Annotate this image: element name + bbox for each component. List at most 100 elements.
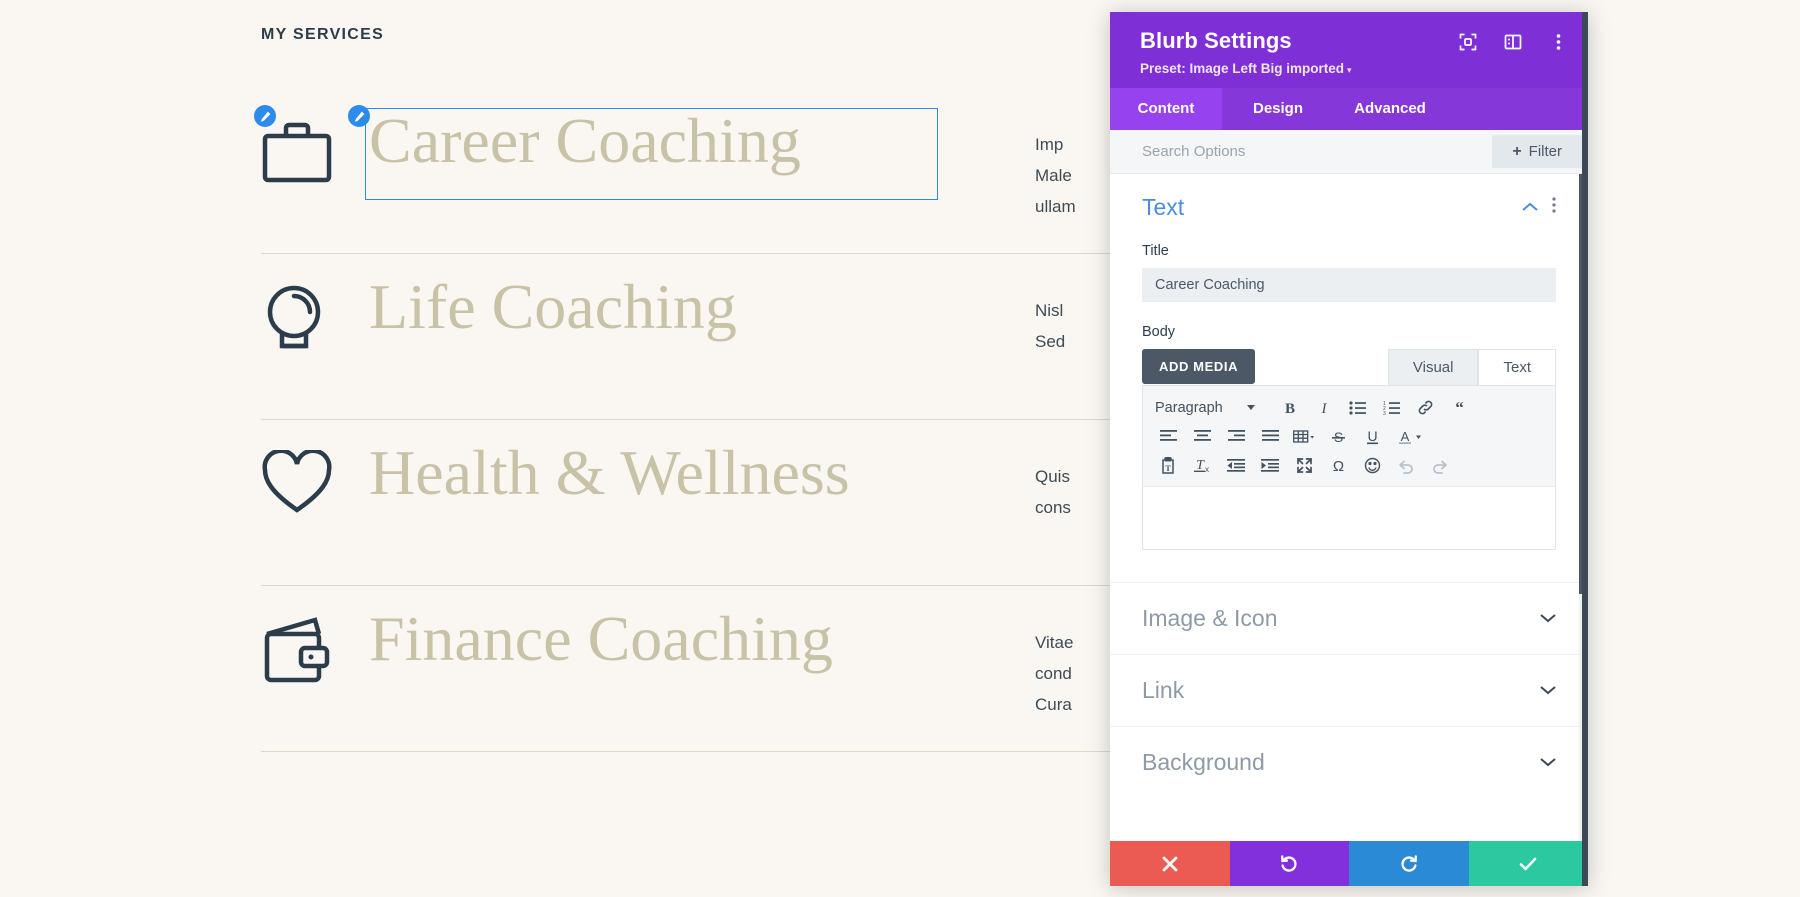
- underline-icon[interactable]: U: [1355, 423, 1389, 451]
- close-icon: [1162, 856, 1178, 871]
- save-button[interactable]: [1468, 841, 1588, 886]
- health-title-cell[interactable]: Health & Wellness: [365, 434, 1025, 512]
- chevron-down-icon[interactable]: [1540, 754, 1556, 772]
- more-vertical-icon[interactable]: [1548, 32, 1568, 52]
- finance-title-cell[interactable]: Finance Coaching: [365, 600, 1025, 678]
- section-link[interactable]: Link: [1110, 654, 1588, 726]
- lightbulb-icon: [267, 285, 321, 349]
- outdent-icon[interactable]: [1219, 452, 1253, 480]
- service-title[interactable]: Life Coaching: [365, 268, 1025, 346]
- service-title[interactable]: Career Coaching: [365, 102, 1025, 180]
- toolbar-row-2: S U A: [1151, 422, 1549, 451]
- pencil-icon: [354, 111, 364, 122]
- briefcase-icon: [262, 122, 332, 183]
- clear-formatting-icon[interactable]: T x: [1185, 452, 1219, 480]
- text-color-icon[interactable]: A: [1389, 423, 1431, 451]
- editor-content-area[interactable]: [1143, 487, 1555, 550]
- service-title[interactable]: Health & Wellness: [365, 434, 1025, 512]
- service-title[interactable]: Finance Coaching: [365, 600, 1025, 678]
- title-input[interactable]: [1142, 268, 1556, 303]
- body-field-label: Body: [1142, 324, 1176, 341]
- editor-toolbar: Paragraph B I 1 2 3 “ U A T T x Ω: [1143, 386, 1555, 488]
- redo-icon[interactable]: [1423, 452, 1457, 480]
- more-vertical-icon[interactable]: [1552, 197, 1556, 218]
- tab-content[interactable]: Content: [1110, 88, 1222, 131]
- toolbar-row-3: T T x Ω: [1151, 451, 1549, 480]
- align-justify-icon[interactable]: [1253, 423, 1287, 451]
- align-left-icon[interactable]: [1151, 423, 1185, 451]
- redo-icon: [1401, 854, 1417, 872]
- tab-advanced[interactable]: Advanced: [1334, 88, 1446, 130]
- life-title-cell[interactable]: Life Coaching: [365, 268, 1025, 346]
- modal-footer: [1110, 841, 1588, 886]
- chevron-down-icon[interactable]: [1540, 682, 1556, 700]
- svg-text:“: “: [1455, 401, 1464, 415]
- edit-title-badge[interactable]: [348, 105, 370, 127]
- section-text-tools: [1522, 197, 1556, 218]
- svg-text:3: 3: [1383, 411, 1386, 415]
- focus-frame-icon[interactable]: [1458, 32, 1478, 52]
- indent-icon[interactable]: [1253, 452, 1287, 480]
- align-center-icon[interactable]: [1185, 423, 1219, 451]
- blockquote-icon[interactable]: “: [1443, 394, 1477, 422]
- svg-text:T: T: [1165, 464, 1171, 473]
- bullet-list-icon[interactable]: [1341, 394, 1375, 422]
- tab-text[interactable]: Text: [1478, 349, 1556, 386]
- bold-icon[interactable]: B: [1273, 394, 1307, 422]
- section-text-header[interactable]: Text: [1142, 194, 1556, 221]
- section-title: Link: [1142, 677, 1185, 704]
- layout-panel-icon[interactable]: [1503, 32, 1523, 52]
- tab-design[interactable]: Design: [1222, 88, 1334, 130]
- strikethrough-icon[interactable]: S: [1321, 423, 1355, 451]
- svg-text:Ω: Ω: [1332, 458, 1343, 474]
- search-input[interactable]: [1110, 130, 1493, 174]
- body-field-group: Body ADD MEDIA Visual Text Paragraph B I…: [1142, 324, 1556, 551]
- page-title: MY SERVICES: [261, 26, 385, 43]
- chevron-down-icon: [1246, 405, 1255, 411]
- svg-text:x: x: [1205, 465, 1209, 474]
- search-bar: + Filter: [1110, 130, 1588, 175]
- section-background[interactable]: Background: [1110, 726, 1588, 798]
- toolbar-row-1: Paragraph B I 1 2 3 “: [1151, 393, 1549, 422]
- special-character-icon[interactable]: Ω: [1321, 452, 1355, 480]
- add-media-button[interactable]: ADD MEDIA: [1142, 349, 1256, 385]
- format-select-label: Paragraph: [1155, 399, 1223, 416]
- pencil-icon: [260, 111, 270, 122]
- align-right-icon[interactable]: [1219, 423, 1253, 451]
- svg-text:A: A: [1401, 429, 1410, 444]
- undo-icon[interactable]: [1389, 452, 1423, 480]
- paste-as-text-icon[interactable]: T: [1151, 452, 1185, 480]
- career-title-cell[interactable]: Career Coaching: [365, 102, 1025, 200]
- fullscreen-icon[interactable]: [1287, 452, 1321, 480]
- redo-button[interactable]: [1349, 841, 1469, 886]
- undo-icon: [1281, 854, 1297, 872]
- filter-button[interactable]: + Filter: [1492, 135, 1582, 169]
- link-icon[interactable]: [1409, 394, 1443, 422]
- emoji-icon[interactable]: [1355, 452, 1389, 480]
- svg-text:I: I: [1320, 401, 1327, 416]
- wallet-icon: [264, 617, 330, 683]
- chevron-down-icon[interactable]: [1540, 610, 1556, 628]
- table-icon[interactable]: [1287, 423, 1321, 451]
- check-icon: [1519, 857, 1537, 870]
- numbered-list-icon[interactable]: 1 2 3: [1375, 394, 1409, 422]
- modal-tabs: Content Design Advanced: [1110, 88, 1588, 131]
- heart-icon-cell: [261, 434, 365, 516]
- preset-label: Preset: Image Left Big imported: [1140, 61, 1345, 77]
- modal-header-actions: [1458, 32, 1568, 52]
- chevron-up-icon[interactable]: [1522, 199, 1538, 217]
- italic-icon[interactable]: I: [1307, 394, 1341, 422]
- cancel-button[interactable]: [1110, 841, 1230, 886]
- rich-text-editor: Paragraph B I 1 2 3 “ U A T T x Ω: [1142, 385, 1556, 551]
- editor-mode-tabs: Visual Text: [1387, 349, 1556, 386]
- undo-button[interactable]: [1229, 841, 1349, 886]
- wallet-icon-cell: [261, 600, 365, 686]
- section-title: Image & Icon: [1142, 605, 1278, 632]
- preset-selector[interactable]: Preset: Image Left Big imported ▾: [1140, 54, 1566, 78]
- section-image-and-icon[interactable]: Image & Icon: [1110, 582, 1588, 654]
- tab-visual[interactable]: Visual: [1387, 349, 1479, 386]
- options-scroll-region: Text Title Career Coaching Body ADD MEDI…: [1110, 174, 1588, 798]
- format-select[interactable]: Paragraph: [1151, 400, 1263, 416]
- chevron-down-icon: ▾: [1347, 65, 1352, 76]
- edit-module-badge[interactable]: [254, 105, 276, 127]
